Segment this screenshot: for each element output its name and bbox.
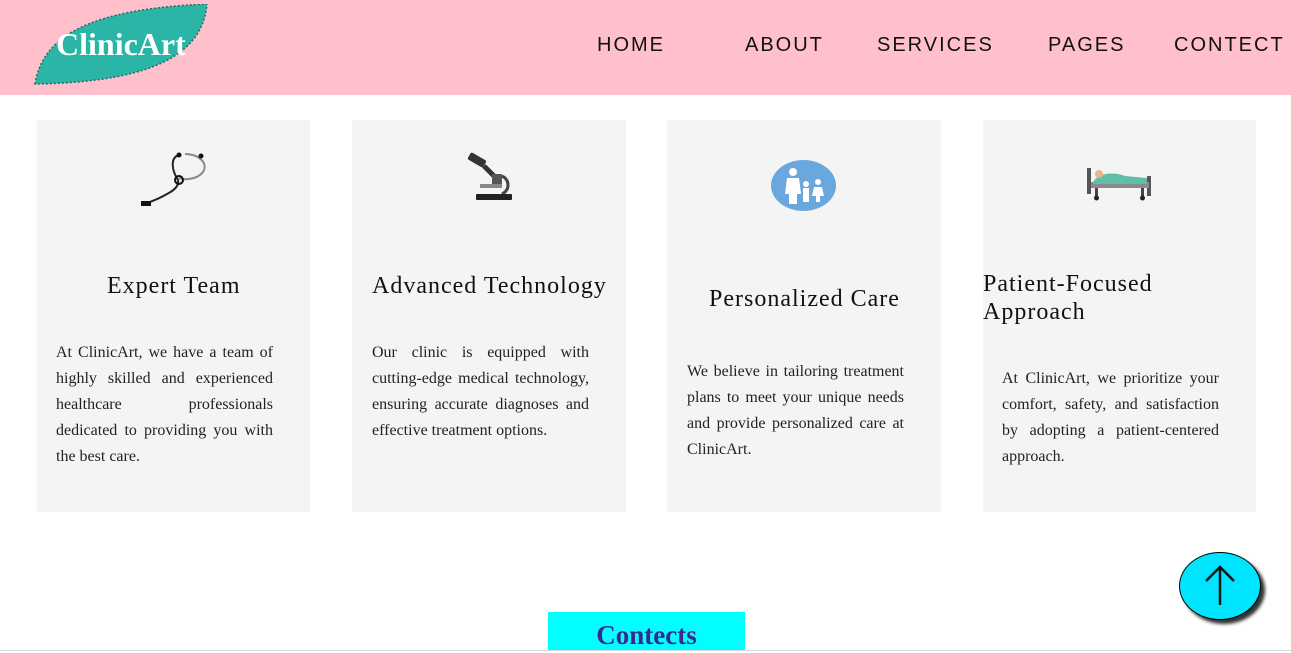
card-title: Expert Team bbox=[107, 273, 241, 299]
card-description: At ClinicArt, we prioritize your comfort… bbox=[1002, 370, 1219, 465]
nav-services[interactable]: SERVICES bbox=[877, 33, 994, 57]
nav-home[interactable]: HOME bbox=[597, 33, 665, 57]
stethoscope-icon bbox=[141, 152, 206, 206]
site-logo[interactable]: ClinicArt bbox=[56, 24, 186, 64]
feature-card-expert-team: Expert Team At ClinicArt, we have a team… bbox=[37, 120, 310, 512]
feature-card-advanced-technology: Advanced Technology Our clinic is equipp… bbox=[352, 120, 626, 512]
nav-contect[interactable]: CONTECT bbox=[1174, 33, 1285, 57]
hospital-bed-icon bbox=[1087, 168, 1151, 201]
family-care-icon bbox=[771, 160, 836, 211]
nav-about[interactable]: ABOUT bbox=[745, 33, 824, 57]
site-header: ClinicArt HOME ABOUT SERVICES PAGES CONT… bbox=[0, 0, 1291, 95]
section-divider bbox=[0, 650, 1291, 651]
card-description: We believe in tailoring treatment plans … bbox=[687, 363, 904, 458]
feature-card-personalized-care: Personalized Care We believe in tailorin… bbox=[667, 120, 941, 512]
arrow-up-icon bbox=[1205, 565, 1235, 605]
feature-card-patient-focused: Patient-Focused Approach At ClinicArt, w… bbox=[983, 120, 1256, 512]
nav-pages[interactable]: PAGES bbox=[1048, 33, 1125, 57]
card-title: Patient-Focused Approach bbox=[983, 271, 1153, 325]
contacts-heading: Contects bbox=[548, 612, 745, 651]
card-description: Our clinic is equipped with cutting-edge… bbox=[372, 344, 589, 439]
microscope-icon bbox=[467, 152, 512, 200]
card-title: Advanced Technology bbox=[372, 273, 607, 299]
card-title: Personalized Care bbox=[709, 286, 900, 312]
card-description: At ClinicArt, we have a team of highly s… bbox=[56, 344, 273, 465]
scroll-to-top-button[interactable] bbox=[1179, 552, 1261, 620]
